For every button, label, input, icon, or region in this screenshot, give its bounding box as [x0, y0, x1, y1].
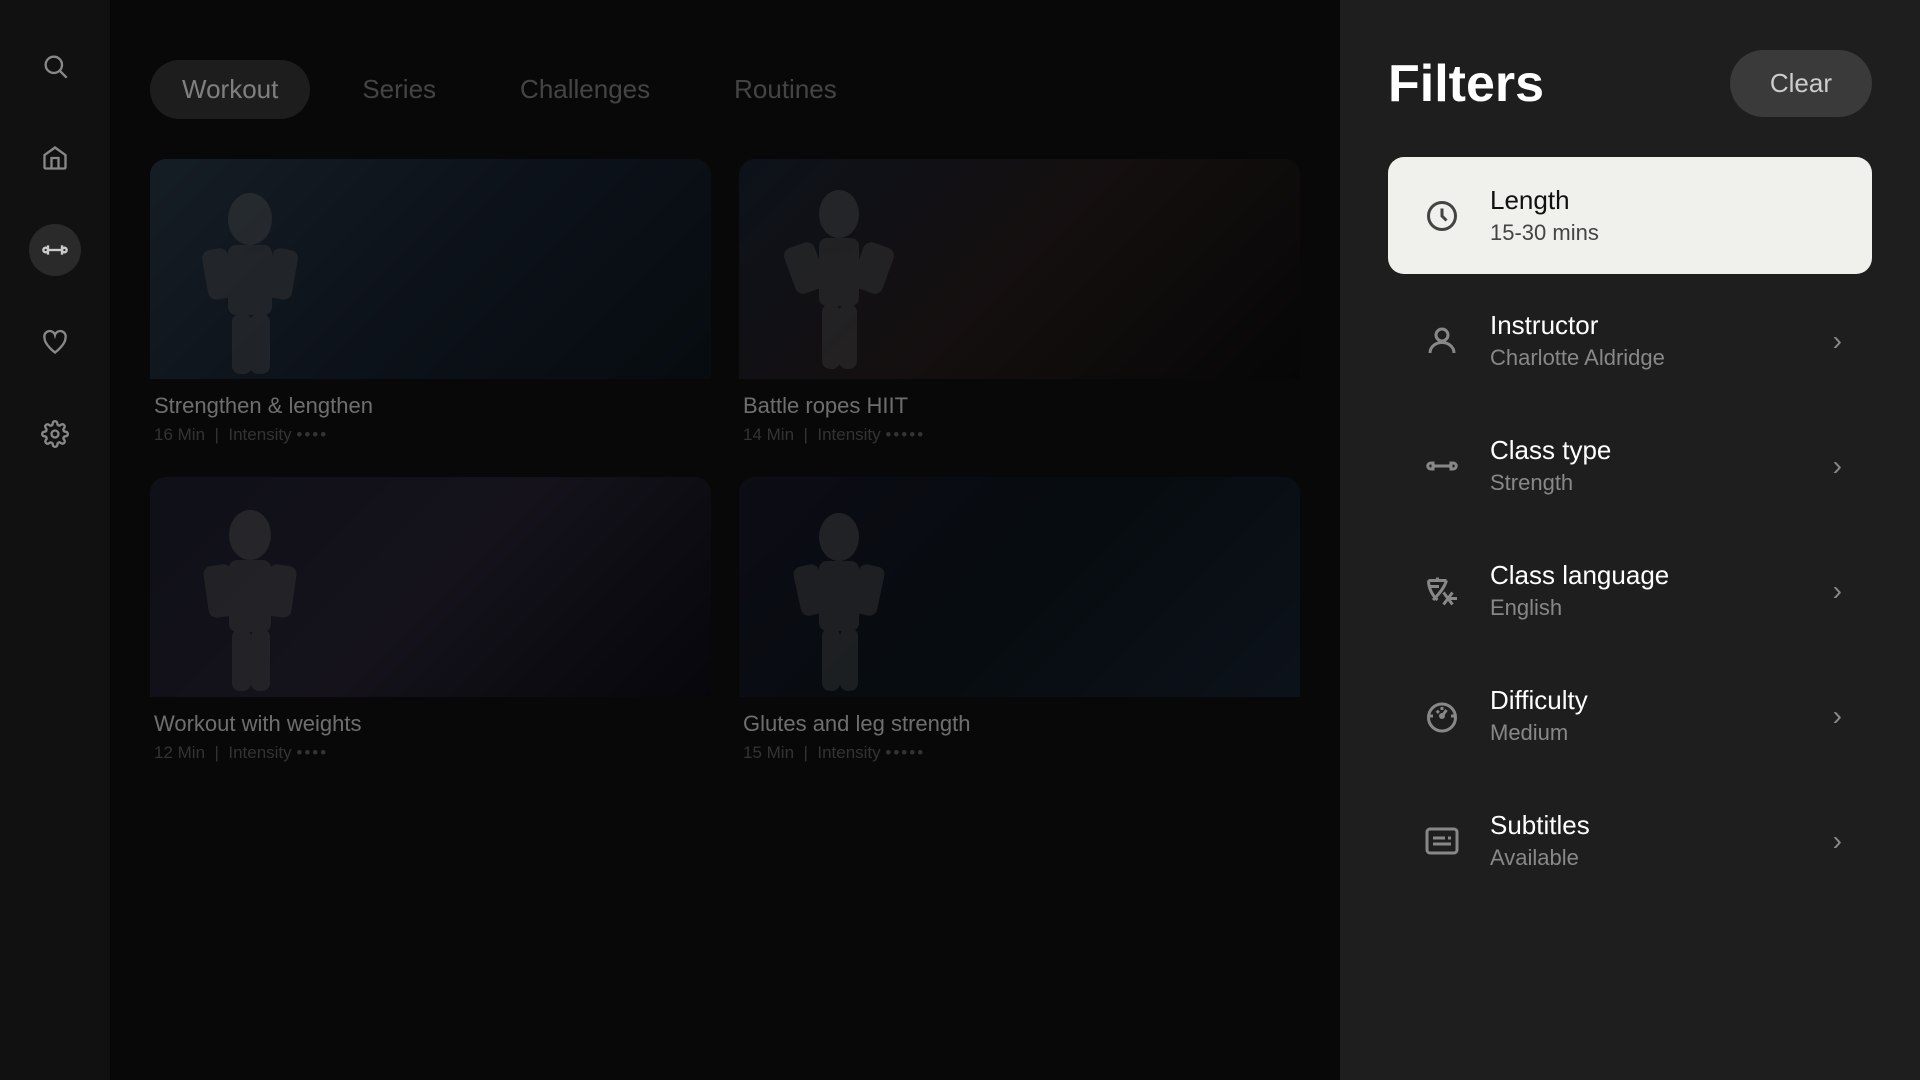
- instructor-chevron-icon: ›: [1833, 325, 1842, 357]
- workout-icon[interactable]: [29, 224, 81, 276]
- favorites-icon[interactable]: [29, 316, 81, 368]
- filter-header: Filters Clear: [1388, 50, 1872, 117]
- classtype-chevron-icon: ›: [1833, 450, 1842, 482]
- filter-subtitles-value: Available: [1490, 845, 1833, 871]
- overlay: [110, 0, 1340, 1080]
- filter-subtitles-title: Subtitles: [1490, 810, 1833, 841]
- filter-panel: Filters Clear Length 15-30 mins Instruct…: [1340, 0, 1920, 1080]
- subtitles-icon: [1418, 817, 1466, 865]
- filter-text-instructor: Instructor Charlotte Aldridge: [1490, 310, 1833, 371]
- settings-icon[interactable]: [29, 408, 81, 460]
- home-icon[interactable]: [29, 132, 81, 184]
- filter-title: Filters: [1388, 54, 1544, 114]
- filter-text-language: Class language English: [1490, 560, 1833, 621]
- filter-classtype-value: Strength: [1490, 470, 1833, 496]
- translate-icon: [1418, 567, 1466, 615]
- language-chevron-icon: ›: [1833, 575, 1842, 607]
- filter-text-length: Length 15-30 mins: [1490, 185, 1842, 246]
- filter-text-subtitles: Subtitles Available: [1490, 810, 1833, 871]
- filter-text-classtype: Class type Strength: [1490, 435, 1833, 496]
- filter-language-title: Class language: [1490, 560, 1833, 591]
- filter-length-title: Length: [1490, 185, 1842, 216]
- filter-text-difficulty: Difficulty Medium: [1490, 685, 1833, 746]
- person-icon: [1418, 317, 1466, 365]
- dumbbell-icon: [1418, 442, 1466, 490]
- sidebar: [0, 0, 110, 1080]
- search-icon[interactable]: [29, 40, 81, 92]
- difficulty-chevron-icon: ›: [1833, 700, 1842, 732]
- clear-button[interactable]: Clear: [1730, 50, 1872, 117]
- filter-instructor-title: Instructor: [1490, 310, 1833, 341]
- subtitles-chevron-icon: ›: [1833, 825, 1842, 857]
- clock-icon: [1418, 192, 1466, 240]
- filter-difficulty-value: Medium: [1490, 720, 1833, 746]
- filter-classtype-title: Class type: [1490, 435, 1833, 466]
- filter-item-difficulty[interactable]: Difficulty Medium ›: [1388, 657, 1872, 774]
- filter-item-instructor[interactable]: Instructor Charlotte Aldridge ›: [1388, 282, 1872, 399]
- filter-difficulty-title: Difficulty: [1490, 685, 1833, 716]
- filter-item-language[interactable]: Class language English ›: [1388, 532, 1872, 649]
- gauge-icon: [1418, 692, 1466, 740]
- filter-item-subtitles[interactable]: Subtitles Available ›: [1388, 782, 1872, 899]
- filter-item-classtype[interactable]: Class type Strength ›: [1388, 407, 1872, 524]
- content-area: Workout Series Challenges Routines: [110, 0, 1340, 1080]
- filter-instructor-value: Charlotte Aldridge: [1490, 345, 1833, 371]
- filter-length-value: 15-30 mins: [1490, 220, 1842, 246]
- filter-language-value: English: [1490, 595, 1833, 621]
- filter-item-length[interactable]: Length 15-30 mins: [1388, 157, 1872, 274]
